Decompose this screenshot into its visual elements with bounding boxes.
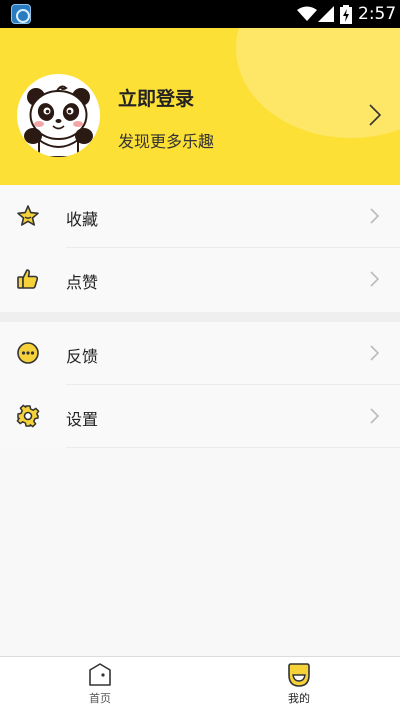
battery-icon — [340, 5, 352, 24]
menu-item-settings[interactable]: 设置 — [0, 385, 400, 448]
thumbs-up-icon — [17, 269, 39, 289]
login-title[interactable]: 立即登录 — [118, 84, 194, 111]
chevron-right-icon[interactable] — [369, 104, 381, 126]
smile-face-icon — [288, 663, 310, 687]
tab-mine[interactable]: 我的 — [259, 657, 339, 710]
wifi-icon — [297, 6, 317, 21]
menu-group-1: 收藏 点赞 — [0, 185, 400, 312]
menu-item-label: 反馈 — [66, 347, 99, 366]
login-subtitle: 发现更多乐趣 — [118, 132, 215, 151]
menu-item-feedback[interactable]: 反馈 — [0, 322, 400, 385]
home-icon — [89, 663, 111, 686]
tab-label: 首页 — [89, 692, 111, 705]
chevron-right-icon — [370, 271, 379, 287]
menu-item-likes[interactable]: 点赞 — [0, 248, 400, 311]
menu-item-favorites[interactable]: 收藏 — [0, 185, 400, 248]
signal-icon — [318, 6, 334, 22]
menu-group-2: 反馈 设置 — [0, 322, 400, 448]
app-notification-icon — [11, 4, 31, 24]
menu-item-label: 点赞 — [66, 273, 99, 292]
menu-item-label: 设置 — [66, 410, 99, 429]
tab-home[interactable]: 首页 — [60, 657, 140, 710]
chevron-right-icon — [370, 345, 379, 361]
divider — [66, 447, 400, 448]
status-bar: 2:57 — [0, 0, 400, 28]
tab-label: 我的 — [288, 692, 310, 705]
status-time: 2:57 — [358, 4, 397, 24]
chevron-right-icon — [370, 208, 379, 224]
star-icon — [17, 205, 39, 226]
gear-icon — [16, 404, 40, 428]
bottom-tab-bar: 首页 我的 — [0, 656, 400, 710]
feedback-dots-icon — [17, 342, 39, 364]
section-gap — [0, 312, 400, 322]
avatar[interactable] — [17, 74, 100, 157]
panda-avatar-icon — [24, 85, 93, 157]
profile-header[interactable]: 立即登录 发现更多乐趣 — [0, 28, 400, 185]
menu-item-label: 收藏 — [66, 210, 99, 229]
chevron-right-icon — [370, 408, 379, 424]
